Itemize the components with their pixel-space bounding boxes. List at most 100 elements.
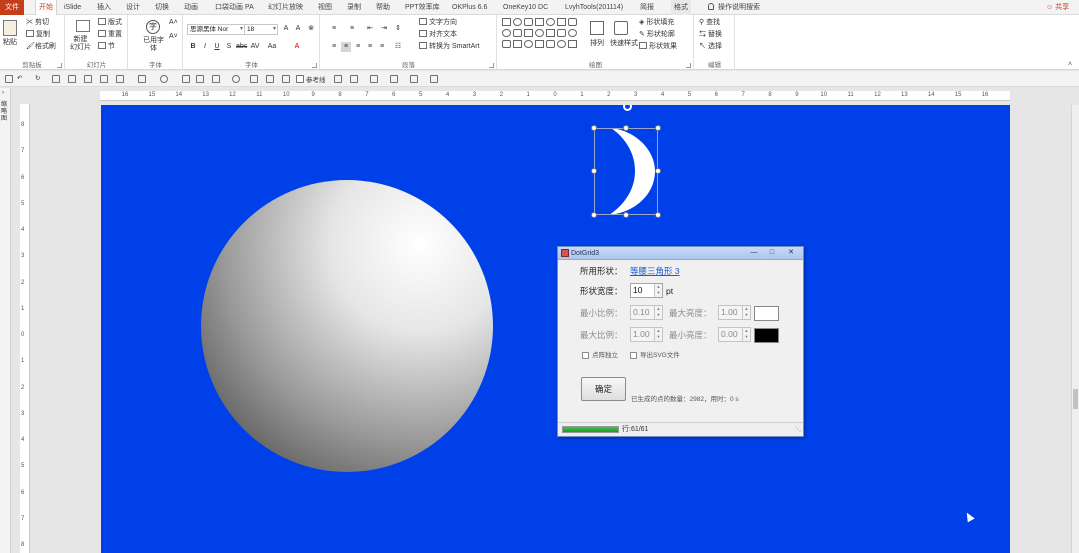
copy-button[interactable]: 复制 <box>26 30 50 40</box>
tab-8[interactable]: 视图 <box>318 0 332 15</box>
shape-gallery-item[interactable] <box>524 18 533 26</box>
independent-checkbox[interactable] <box>582 352 589 359</box>
italic-button[interactable]: I <box>200 42 210 52</box>
vertical-scrollbar[interactable] <box>1071 105 1079 553</box>
distribute-tool-icon[interactable] <box>116 75 124 83</box>
shape-gallery-item[interactable] <box>546 18 555 26</box>
clipboard-launcher[interactable] <box>57 63 62 68</box>
group-shapes-icon[interactable] <box>138 75 146 83</box>
shape-gallery-item[interactable] <box>502 18 511 26</box>
font-launcher[interactable] <box>312 63 317 68</box>
replace-button[interactable]: ⇆ 替换 <box>699 30 722 40</box>
align-icon[interactable] <box>100 75 108 83</box>
shape-gallery-item[interactable] <box>513 18 522 26</box>
shape-gallery-item[interactable] <box>546 40 555 48</box>
resize-handle-e[interactable] <box>655 168 661 174</box>
font-grow-icon[interactable]: A˄ <box>169 18 178 28</box>
text-box-icon[interactable] <box>370 75 378 83</box>
tab-10[interactable]: 帮助 <box>376 0 390 15</box>
shape-gallery-item[interactable] <box>524 40 533 48</box>
shape-gallery-item[interactable] <box>568 40 577 48</box>
table-icon[interactable] <box>68 75 76 83</box>
arrange-icon[interactable] <box>590 21 604 35</box>
new-slide-button[interactable]: 新建 幻灯片 <box>70 36 91 52</box>
paste-special-icon[interactable] <box>212 75 220 83</box>
max-ratio-stepper[interactable]: 1.00 ▲ ▼ <box>630 327 663 342</box>
eyedropper-icon[interactable] <box>182 75 190 83</box>
guides-checkbox[interactable] <box>296 75 304 83</box>
change-case-button[interactable]: Aa <box>267 42 277 52</box>
shape-gallery-item[interactable] <box>546 29 555 37</box>
max-brightness-color-swatch[interactable] <box>754 306 779 321</box>
shape-gallery-item[interactable] <box>535 18 544 26</box>
select-button[interactable]: ↖ 选择 <box>699 42 722 52</box>
tab-16[interactable]: 格式 <box>671 0 691 15</box>
resize-grip-icon[interactable]: ⋱ <box>795 426 801 433</box>
new-slide-icon[interactable] <box>76 20 90 32</box>
used-fonts-button[interactable]: 已用字 体 <box>143 37 164 53</box>
stepper-arrows-icon[interactable]: ▲ ▼ <box>742 328 750 341</box>
shape-effects-button[interactable]: 形状效果 <box>639 42 677 52</box>
smartart-button[interactable]: 转换为 SmartArt <box>419 42 480 52</box>
paragraph-launcher[interactable] <box>489 63 494 68</box>
font-shrink-icon[interactable]: A˅ <box>169 32 178 42</box>
resize-handle-n[interactable] <box>623 125 629 131</box>
align-right-icon[interactable]: ≡ <box>353 42 363 52</box>
max-brightness-stepper[interactable]: 1.00 ▲ ▼ <box>718 305 751 320</box>
min-brightness-stepper[interactable]: 0.00 ▲ ▼ <box>718 327 751 342</box>
lock-icon[interactable] <box>282 75 290 83</box>
paste-icon[interactable] <box>3 20 17 36</box>
tell-me-search[interactable]: 操作说明搜索 <box>708 0 760 15</box>
brush-tool-icon[interactable] <box>196 75 204 83</box>
undo-icon[interactable]: ↶ <box>17 74 22 82</box>
shape-gallery-item[interactable] <box>557 29 566 37</box>
bullets-icon[interactable]: ≡ <box>329 24 339 34</box>
paste-button[interactable]: 粘贴 <box>3 38 17 48</box>
format-painter-button[interactable]: 🖌格式刷 <box>26 42 56 52</box>
cut-button[interactable]: ✂ 剪切 <box>26 18 49 28</box>
tab-3[interactable]: 设计 <box>126 0 140 15</box>
find-button[interactable]: ⚲ 查找 <box>699 18 720 28</box>
text-direction-button[interactable]: 文字方向 <box>419 18 457 28</box>
align-left-icon[interactable]: ≡ <box>329 42 339 52</box>
more-tools-icon[interactable] <box>430 75 438 83</box>
min-ratio-stepper[interactable]: 0.10 ▲ ▼ <box>630 305 663 320</box>
bold-button[interactable]: B <box>188 42 198 52</box>
scrollbar-thumb[interactable] <box>1073 389 1078 409</box>
align-text-button[interactable]: 对齐文本 <box>419 30 457 40</box>
layout-button[interactable]: 版式 <box>98 18 122 28</box>
stepper-arrows-icon[interactable]: ▲ ▼ <box>654 284 662 297</box>
stepper-arrows-icon[interactable]: ▲ ▼ <box>654 328 662 341</box>
tab-0[interactable]: 开始 <box>35 0 57 16</box>
decrease-font-icon[interactable]: A <box>293 24 303 34</box>
align-center-icon[interactable]: ≡ <box>341 42 351 52</box>
shadow-tool-icon[interactable] <box>410 75 418 83</box>
share-button[interactable]: ☺ 共享 <box>1046 0 1069 15</box>
save-icon[interactable] <box>5 75 13 83</box>
tab-1[interactable]: iSlide <box>64 0 81 15</box>
char-spacing-button[interactable]: AV <box>250 42 260 52</box>
collapse-ribbon-icon[interactable]: ˄ <box>1068 61 1072 68</box>
font-color-button[interactable]: A <box>292 42 302 52</box>
tab-2[interactable]: 插入 <box>97 0 111 15</box>
dialog-titlebar[interactable]: DotGrid3 — □ ✕ <box>558 247 803 260</box>
min-brightness-color-swatch[interactable] <box>754 328 779 343</box>
font-size-combo[interactable]: 18 ▾ <box>244 24 278 35</box>
grid-tool-icon[interactable] <box>250 75 258 83</box>
tab-13[interactable]: OneKey10 DC <box>503 0 548 15</box>
tab-4[interactable]: 切换 <box>155 0 169 15</box>
shape-gallery-item[interactable] <box>557 40 566 48</box>
maximize-icon[interactable]: □ <box>763 248 781 258</box>
resize-handle-nw[interactable] <box>591 125 597 131</box>
close-icon[interactable]: ✕ <box>782 248 800 258</box>
shape-outline-button[interactable]: ✎ 形状轮廓 <box>639 30 675 40</box>
minimize-icon[interactable]: — <box>745 248 763 258</box>
resize-handle-sw[interactable] <box>591 212 597 218</box>
font-name-combo[interactable]: 思源黑体 Nor ▾ <box>187 24 245 35</box>
shape-gallery-item[interactable] <box>557 18 566 26</box>
stepper-arrows-icon[interactable]: ▲ ▼ <box>742 306 750 319</box>
shape-link[interactable]: 等腰三角形 3 <box>630 265 680 277</box>
shape-gallery-item[interactable] <box>535 40 544 48</box>
clear-format-icon[interactable]: ⊗ <box>306 24 316 34</box>
arrange-button[interactable]: 排列 <box>590 39 604 49</box>
